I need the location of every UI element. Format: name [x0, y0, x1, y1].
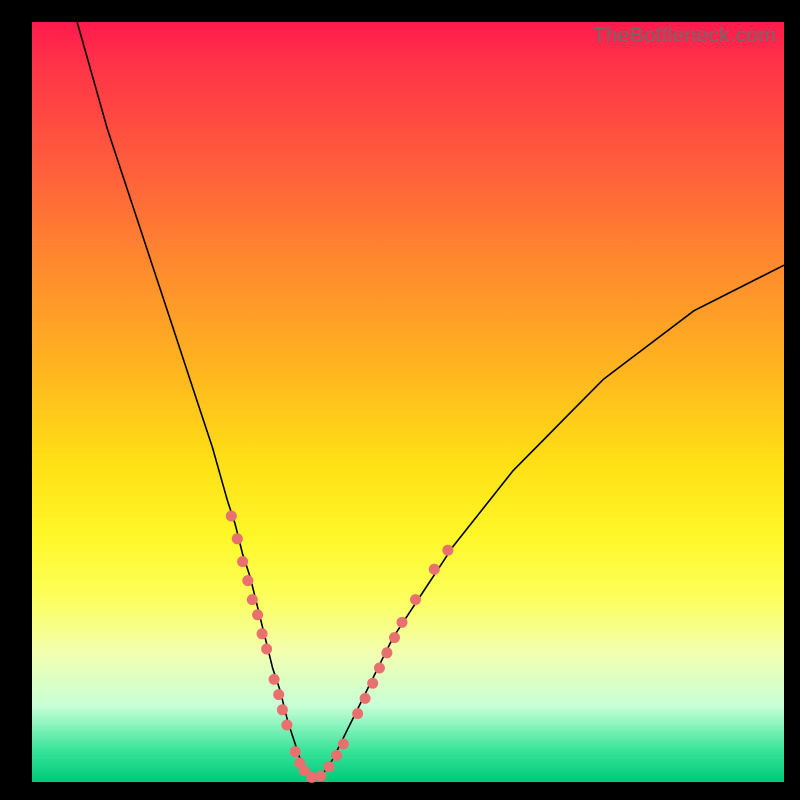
curve-marker [232, 533, 243, 544]
curve-marker [269, 674, 280, 685]
curve-marker [374, 663, 385, 674]
curve-marker [360, 693, 371, 704]
curve-svg [32, 22, 784, 782]
curve-marker [429, 564, 440, 575]
curve-marker [367, 678, 378, 689]
curve-marker [338, 739, 349, 750]
curve-marker [352, 708, 363, 719]
curve-marker [381, 647, 392, 658]
curve-marker [324, 761, 335, 772]
curve-markers [226, 511, 454, 783]
curve-marker [442, 545, 453, 556]
curve-marker [252, 609, 263, 620]
curve-marker [290, 746, 301, 757]
curve-marker [247, 594, 258, 605]
curve-marker [389, 632, 400, 643]
curve-marker [277, 704, 288, 715]
bottleneck-curve [77, 22, 784, 778]
curve-marker [226, 511, 237, 522]
curve-marker [237, 556, 248, 567]
curve-marker [315, 770, 326, 781]
curve-marker [397, 617, 408, 628]
curve-marker [242, 575, 253, 586]
curve-marker [261, 644, 272, 655]
curve-marker [257, 628, 268, 639]
curve-marker [273, 689, 284, 700]
chart-frame: TheBottleneck.com [0, 0, 800, 800]
curve-marker [331, 750, 342, 761]
curve-marker [410, 594, 421, 605]
curve-marker [281, 720, 292, 731]
plot-area: TheBottleneck.com [32, 22, 784, 782]
